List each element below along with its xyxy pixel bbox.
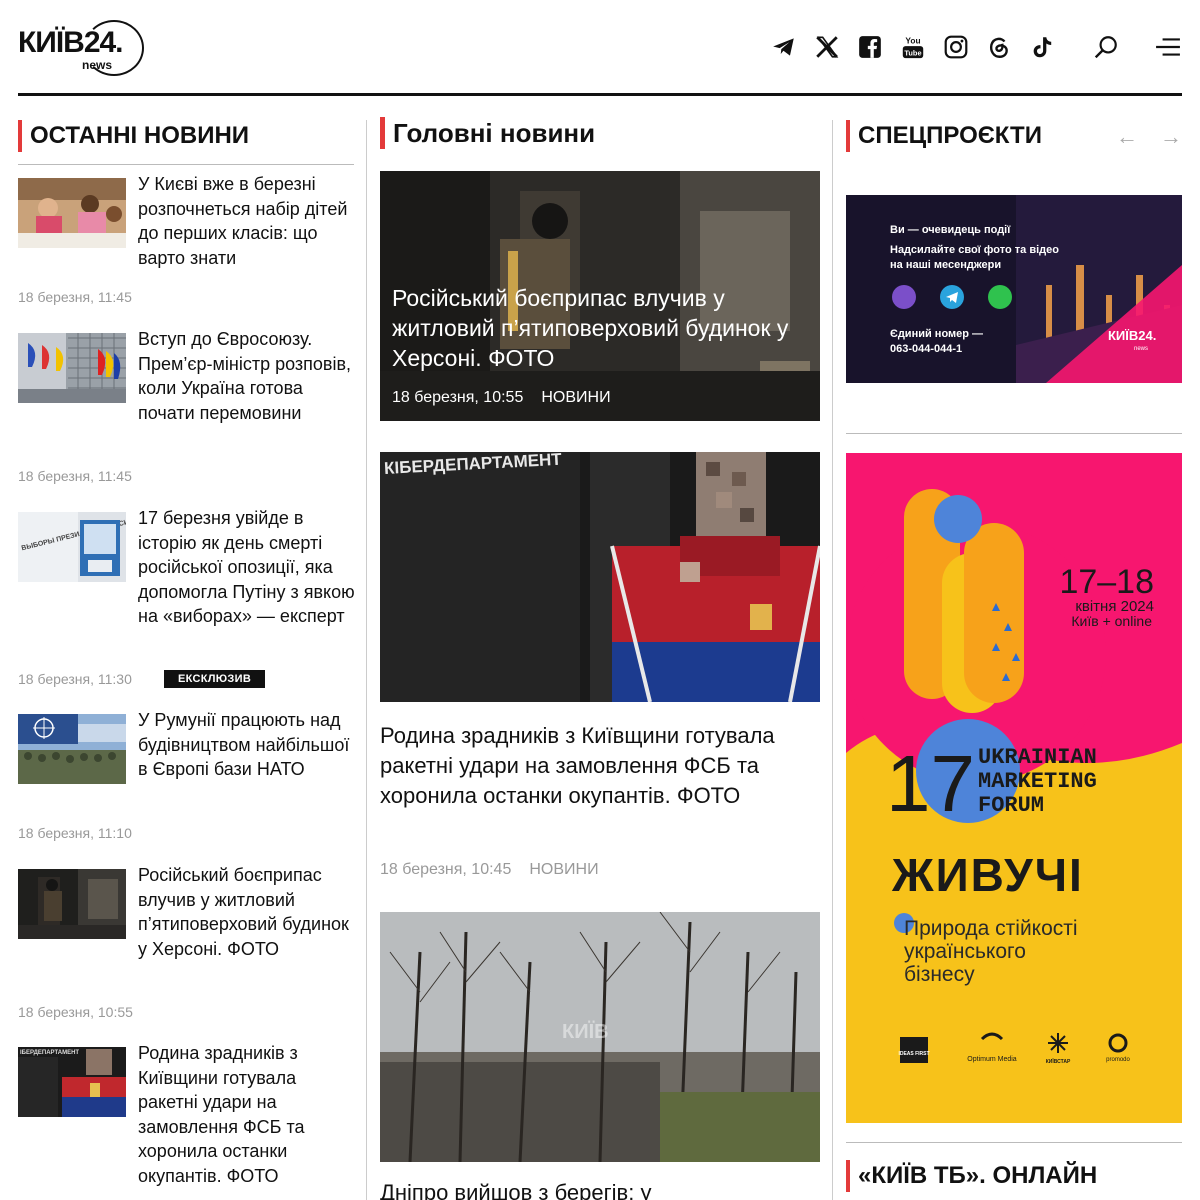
news-time: 18 березня, 10:55 xyxy=(18,1004,133,1020)
news-title[interactable]: Дніпро вийшов з берегів: у xyxy=(380,1178,820,1200)
news-time: 18 березня, 11:10 xyxy=(18,825,132,841)
promo2-number: 17 xyxy=(886,739,975,828)
news-meta: 18 березня, 10:45 НОВИНИ xyxy=(380,861,599,879)
kyiv-tv-heading: «КИЇВ ТБ». ОНЛАЙН xyxy=(846,1160,1097,1192)
promo2-place: Київ + online xyxy=(1071,613,1152,629)
search-icon[interactable] xyxy=(1092,33,1120,61)
promo2-date: 17–18 xyxy=(1059,563,1154,601)
news-thumbnail[interactable] xyxy=(18,178,126,248)
featured-news-meta: 18 березня, 10:55 НОВИНИ xyxy=(392,389,611,407)
promo2-forum-line3: FORUM xyxy=(978,793,1044,818)
sponsor-4: promodo xyxy=(1106,1057,1130,1063)
featured-news-card[interactable]: Російський боєприпас влучив у житловий п… xyxy=(380,171,820,421)
promo2-slogan: ЖИВУЧІ xyxy=(891,849,1084,901)
news-thumbnail[interactable]: ІБЕРДЕПАРТАМЕНТ xyxy=(18,1047,126,1117)
news-title[interactable]: Родина зрадників з Київщини готувала рак… xyxy=(380,721,820,811)
promo1-brand-sub: news xyxy=(1134,346,1148,352)
facebook-icon[interactable] xyxy=(856,33,884,61)
section-divider xyxy=(846,433,1182,434)
news-time: 18 березня, 10:45 xyxy=(380,861,512,878)
threads-icon[interactable] xyxy=(985,33,1013,61)
news-title[interactable]: У Києві вже в березні розпочнеться набір… xyxy=(138,172,358,270)
news-time: 18 березня, 11:45 xyxy=(18,289,132,305)
promo1-line5: 063-044-044-1 xyxy=(890,343,962,355)
section-divider xyxy=(846,1142,1182,1143)
promo2-sub2: українського xyxy=(904,940,1026,963)
promo1-line3: на наші месенджери xyxy=(890,259,1001,271)
featured-news-title[interactable]: Російський боєприпас влучив у житловий п… xyxy=(392,283,812,373)
news-category[interactable]: НОВИНИ xyxy=(529,861,598,878)
latest-news-heading: ОСТАННІ НОВИНИ xyxy=(18,120,249,152)
news-title[interactable]: Родина зрадників з Київщини готувала рак… xyxy=(138,1041,358,1188)
site-header: КИЇВ24. news You Tube xyxy=(18,0,1182,96)
exclusive-badge: ЕКСКЛЮЗИВ xyxy=(164,670,266,688)
logo-subtext: news xyxy=(82,58,113,72)
sponsor-3: КИЇВСТАР xyxy=(1046,1058,1071,1065)
news-thumbnail[interactable] xyxy=(18,714,126,784)
promo2-sub3: бізнесу xyxy=(904,963,975,986)
youtube-icon[interactable]: You Tube xyxy=(899,33,927,61)
instagram-icon[interactable] xyxy=(942,33,970,61)
main-news-heading: Головні новини xyxy=(380,117,595,149)
column-divider-right xyxy=(832,120,833,1200)
logo-text: КИЇВ24. xyxy=(18,26,124,59)
column-divider-left xyxy=(366,120,367,1200)
tiktok-icon[interactable] xyxy=(1028,33,1056,61)
news-title[interactable]: Російський боєприпас влучив у житловий п… xyxy=(138,863,358,961)
news-title[interactable]: У Румунії працюють над будівництвом найб… xyxy=(138,708,358,782)
sponsor-1: IDEAS FIRST xyxy=(898,1051,929,1057)
news-image[interactable]: КІБЕРДЕПАРТАМЕНТ xyxy=(380,452,820,702)
whatsapp-icon xyxy=(988,285,1012,309)
news-thumbnail[interactable] xyxy=(18,333,126,403)
telegram-icon[interactable] xyxy=(770,33,798,61)
youtube-bottom-text: Tube xyxy=(904,48,921,57)
special-projects-heading: СПЕЦПРОЄКТИ xyxy=(846,120,1042,152)
promo2-forum-line2: MARKETING xyxy=(978,769,1097,794)
promo-banner-messengers[interactable]: Ви — очевидець події Надсилайте свої фот… xyxy=(846,195,1182,383)
sponsor-2: Optimum Media xyxy=(967,1056,1017,1063)
site-logo[interactable]: КИЇВ24. news xyxy=(18,16,148,76)
image-watermark: КИЇВ xyxy=(562,1020,609,1043)
heading-underline xyxy=(18,164,354,165)
news-time: 18 березня, 11:30 xyxy=(18,671,132,687)
menu-icon[interactable] xyxy=(1154,33,1182,61)
promo2-sub1: Природа стійкості xyxy=(904,917,1078,940)
news-thumbnail[interactable] xyxy=(18,869,126,939)
featured-news-time: 18 березня, 10:55 xyxy=(392,389,524,406)
news-title[interactable]: Вступ до Євросоюзу. Прем’єр-міністр розп… xyxy=(138,327,358,425)
viber-icon xyxy=(892,285,916,309)
promo-banner-marketing-forum[interactable]: 17–18 квітня 2024 Київ + online 17 UKRAI… xyxy=(846,453,1182,1123)
promo1-brand: КИЇВ24. xyxy=(1108,328,1156,343)
news-image[interactable]: КИЇВ xyxy=(380,912,820,1162)
social-icons: You Tube xyxy=(755,30,1182,64)
carousel-next-arrow[interactable]: → xyxy=(1160,124,1182,150)
promo1-line4: Єдиний номер — xyxy=(890,328,983,340)
carousel-prev-arrow[interactable]: ← xyxy=(1116,124,1138,150)
promo2-forum-line1: UKRAINIAN xyxy=(978,745,1097,770)
promo1-line2: Надсилайте свої фото та відео xyxy=(890,244,1059,256)
featured-news-category[interactable]: НОВИНИ xyxy=(541,389,610,406)
youtube-top-text: You xyxy=(905,35,920,45)
x-icon[interactable] xyxy=(813,33,841,61)
promo1-line1: Ви — очевидець події xyxy=(890,224,1011,236)
thumb-caption: ІБЕРДЕПАРТАМЕНТ xyxy=(20,1050,79,1056)
news-title[interactable]: 17 березня увійде в історію як день смер… xyxy=(138,506,358,629)
news-time: 18 березня, 11:45 xyxy=(18,468,132,484)
news-thumbnail[interactable]: ВЫБОРЫ ПРЕЗИДЕНТА РОССИИ xyxy=(18,512,126,582)
